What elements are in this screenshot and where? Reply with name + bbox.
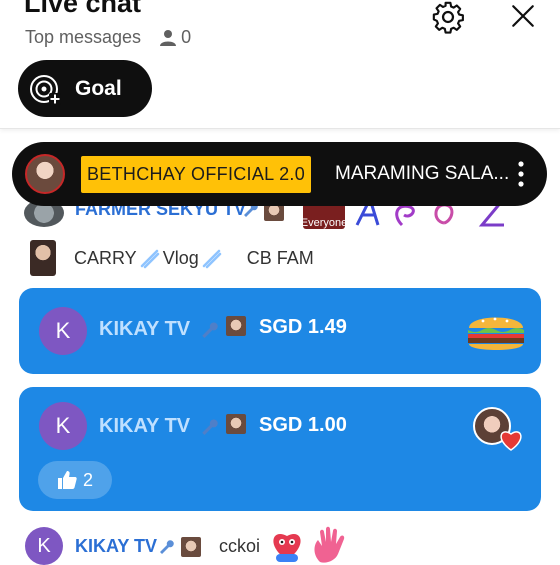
like-button[interactable]: 2 [38, 461, 112, 499]
author-name: KIKAY TV [99, 415, 191, 437]
goal-button[interactable]: Goal [18, 60, 152, 117]
badge-image [181, 537, 201, 557]
super-chat-amount: SGD 1.49 [259, 316, 347, 338]
avatar: K [39, 307, 87, 355]
message-text: cckoi [219, 536, 261, 556]
badge-image [226, 414, 246, 434]
avatar: K [39, 402, 87, 450]
heart-icon [500, 431, 522, 451]
sparkle-icon [140, 249, 159, 269]
super-chat-card[interactable]: K KIKAY TV SGD 1.00 2 [19, 387, 541, 511]
message-text: CB FAM [246, 247, 314, 268]
person-icon [160, 29, 177, 46]
thumbs-up-icon [57, 471, 77, 489]
heart-creature-emoji-icon [273, 534, 301, 562]
pinned-message-text: MARAMING SALA... [335, 163, 510, 184]
chat-message[interactable]: K KIKAY TV cckoi [0, 522, 560, 565]
sparkle-icon [202, 249, 221, 269]
wrench-icon [202, 322, 218, 338]
chat-mode-row[interactable]: Top messages 0 [25, 27, 191, 48]
viewer-count: 0 [159, 27, 191, 48]
super-chat-card[interactable]: K KIKAY TV SGD 1.49 [19, 288, 541, 374]
waving-hand-emoji-icon [314, 526, 345, 563]
viewer-count-value: 0 [181, 27, 192, 47]
page-title: Live chat [24, 0, 142, 18]
like-count: 2 [82, 469, 93, 490]
wrench-icon [202, 419, 218, 435]
pinned-message-banner[interactable]: BETHCHAY OFFICIAL 2.0 MARAMING SALA... [12, 142, 547, 206]
gear-icon[interactable] [431, 0, 465, 34]
super-chat-amount: SGD 1.00 [259, 414, 347, 436]
burger-sticker-icon [468, 317, 524, 350]
avatar [30, 240, 56, 276]
author-name-text: CARRY [74, 247, 137, 268]
wrench-icon [160, 540, 174, 554]
author-name: KIKAY TV [99, 318, 191, 340]
goal-icon [30, 74, 61, 105]
author-name: CARRY Vlog [74, 247, 223, 269]
chat-message[interactable]: CARRY Vlog CB FAM [0, 236, 560, 280]
avatar [25, 154, 65, 194]
author-name: KIKAY TV [75, 536, 158, 556]
pinned-author: BETHCHAY OFFICIAL 2.0 [81, 155, 312, 193]
avatar: K [25, 527, 63, 565]
live-chat-header: Live chat Top messages 0 Goal [0, 0, 560, 129]
close-icon[interactable] [510, 3, 536, 29]
goal-label: Goal [75, 76, 122, 100]
more-vert-icon[interactable] [517, 160, 525, 188]
chat-mode-label[interactable]: Top messages [25, 27, 141, 48]
badge-image [226, 316, 246, 336]
author-suffix: Vlog [162, 247, 199, 268]
